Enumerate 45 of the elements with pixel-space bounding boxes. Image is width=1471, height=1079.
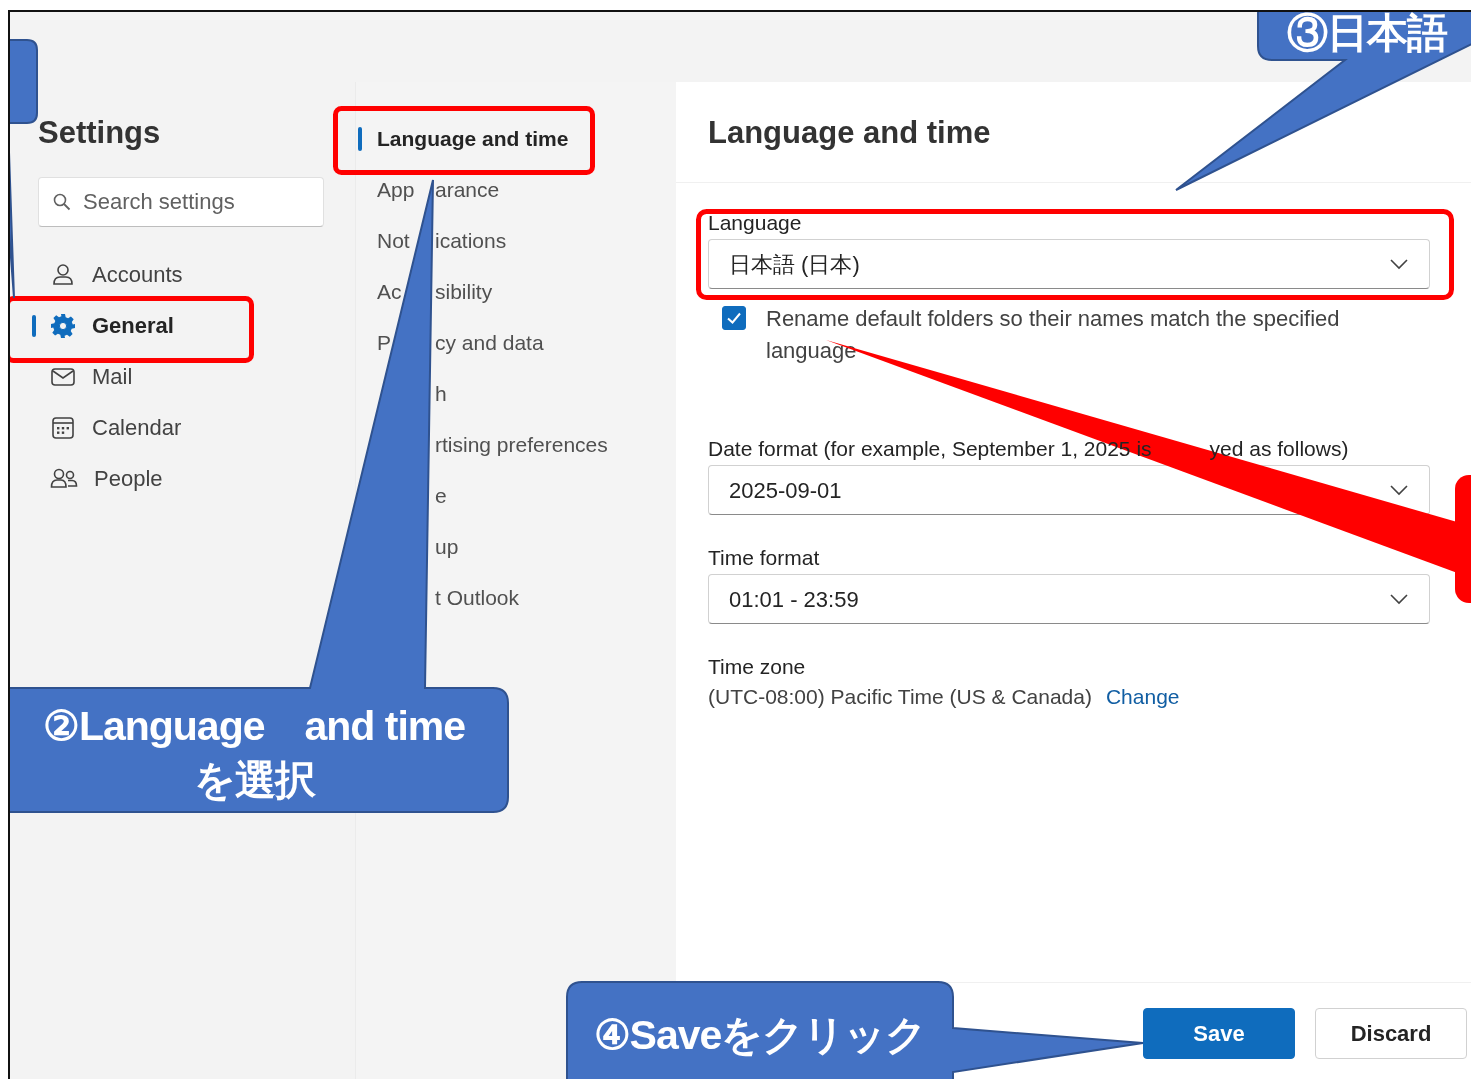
nav-item[interactable]: cy and data [435, 326, 544, 359]
nav-item[interactable]: People [20, 453, 163, 504]
calendar-icon [50, 414, 76, 441]
checkbox-label: Rename default folders so their names match the specified language [766, 305, 1341, 365]
selection-indicator [358, 126, 362, 151]
nav-item[interactable]: General [20, 300, 174, 351]
nav-item[interactable]: P [377, 326, 391, 359]
field-label: Time format [708, 545, 821, 571]
discard-button[interactable]: Discard [1315, 1007, 1467, 1059]
person-icon [50, 261, 76, 288]
nav-item[interactable]: Ac [377, 275, 402, 308]
nav-item[interactable]: Language and time [377, 122, 569, 155]
callout-text: ②Language and time を選択 [41, 702, 467, 805]
nav-item[interactable]: Mail [20, 351, 133, 402]
nav-item[interactable]: t Outlook [435, 581, 520, 614]
dropdown[interactable]: 01:01 - 23:59 [708, 574, 1430, 624]
change-link[interactable]: Change [1105, 685, 1180, 708]
save-button[interactable]: Save [1143, 1007, 1295, 1059]
nav-item[interactable]: e [435, 479, 447, 512]
gear-icon [50, 312, 76, 339]
nav-item[interactable]: arance [435, 173, 500, 206]
check-icon [726, 310, 742, 326]
field-label: yed as follows) [1209, 436, 1349, 462]
search-field[interactable]: Search settings [38, 177, 324, 227]
panel-title: Language and time [708, 115, 992, 151]
search-icon [53, 193, 71, 211]
checkbox[interactable] [722, 306, 746, 330]
nav-item[interactable]: up [435, 530, 459, 563]
nav-item[interactable]: Calendar [20, 402, 182, 453]
nav-item[interactable]: Not [377, 224, 410, 257]
settings-title: Settings [38, 115, 162, 151]
nav-item[interactable]: sibility [435, 275, 493, 308]
field-label: Language [708, 210, 803, 236]
dropdown[interactable]: 日本語 (日本) [708, 239, 1430, 289]
nav-item[interactable]: Accounts [20, 249, 183, 300]
time-zone-value: (UTC-08:00) Pacific Time (US & Canada) [708, 685, 1092, 708]
nav-item[interactable]: ications [435, 224, 507, 257]
nav-item[interactable]: h [435, 377, 447, 410]
nav-item[interactable]: rtising preferences [435, 428, 608, 461]
nav-item[interactable]: App [377, 173, 415, 206]
callout-text: ④Saveをクリック [592, 1011, 928, 1060]
callout-text: ③日本語 [1285, 12, 1448, 58]
field-label: Date format (for example, September 1, 2025 is [708, 436, 1152, 462]
selection-indicator [32, 314, 36, 337]
field-label: Time zone [708, 654, 807, 680]
